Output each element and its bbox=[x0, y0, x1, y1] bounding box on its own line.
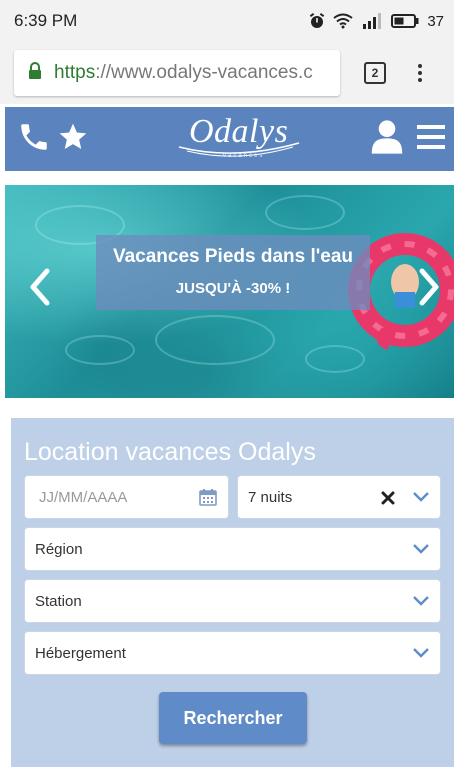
site-header: Odalys vacances bbox=[5, 107, 454, 171]
hero-promo: JUSQU'À -30% ! bbox=[175, 280, 291, 297]
overflow-menu-icon[interactable] bbox=[418, 64, 422, 82]
station-select[interactable]: Station bbox=[24, 579, 441, 623]
clear-icon[interactable] bbox=[380, 490, 396, 510]
nights-value: 7 nuits bbox=[248, 488, 293, 506]
battery-icon bbox=[391, 14, 419, 28]
battery-level: 37 bbox=[427, 12, 444, 30]
address-bar[interactable]: https://www.odalys-vacances.c bbox=[14, 50, 340, 96]
signal-icon bbox=[361, 13, 383, 29]
status-icons: 37 bbox=[309, 13, 444, 30]
hero-title: Vacances Pieds dans l'eau bbox=[112, 246, 354, 267]
date-input[interactable]: JJ/MM/AAAA bbox=[24, 475, 229, 519]
nights-select[interactable]: 7 nuits bbox=[237, 475, 441, 519]
status-bar: 6:39 PM 37 bbox=[0, 0, 454, 42]
region-label: Région bbox=[35, 540, 83, 558]
region-select[interactable]: Région bbox=[24, 527, 441, 571]
hebergement-label: Hébergement bbox=[35, 644, 126, 662]
calendar-icon[interactable] bbox=[198, 487, 218, 511]
hero-caption: Vacances Pieds dans l'eau JUSQU'À -30% ! bbox=[96, 235, 370, 310]
user-icon[interactable] bbox=[370, 119, 404, 160]
carousel-prev-icon[interactable] bbox=[27, 267, 53, 307]
url-text: https://www.odalys-vacances.c bbox=[54, 62, 313, 83]
status-time: 6:39 PM bbox=[14, 11, 78, 30]
chevron-down-icon[interactable] bbox=[412, 594, 430, 612]
hebergement-select[interactable]: Hébergement bbox=[24, 631, 441, 675]
alarm-icon bbox=[309, 13, 325, 29]
carousel-next-icon[interactable] bbox=[416, 267, 442, 307]
chevron-down-icon[interactable] bbox=[412, 646, 430, 664]
hamburger-menu-icon[interactable] bbox=[416, 122, 446, 157]
browser-toolbar: https://www.odalys-vacances.c 2 bbox=[0, 42, 454, 104]
tab-switcher-button[interactable]: 2 bbox=[364, 62, 386, 84]
star-icon[interactable] bbox=[57, 121, 89, 158]
chevron-down-icon[interactable] bbox=[412, 490, 430, 508]
lock-icon bbox=[28, 61, 42, 85]
chevron-down-icon[interactable] bbox=[412, 542, 430, 560]
search-panel: Location vacances Odalys JJ/MM/AAAA 7 nu… bbox=[11, 418, 454, 767]
search-button[interactable]: Rechercher bbox=[159, 692, 307, 744]
logo-subtext: vacances bbox=[223, 153, 265, 159]
date-placeholder: JJ/MM/AAAA bbox=[39, 488, 128, 506]
search-title: Location vacances Odalys bbox=[24, 438, 316, 466]
odalys-logo[interactable]: Odalys vacances bbox=[175, 113, 305, 165]
hero-banner[interactable]: Vacances Pieds dans l'eau JUSQU'À -30% ! bbox=[5, 185, 454, 398]
phone-icon[interactable] bbox=[17, 120, 51, 159]
logo-wordmark: Odalys bbox=[189, 113, 289, 150]
station-label: Station bbox=[35, 592, 82, 610]
wifi-icon bbox=[333, 13, 353, 29]
